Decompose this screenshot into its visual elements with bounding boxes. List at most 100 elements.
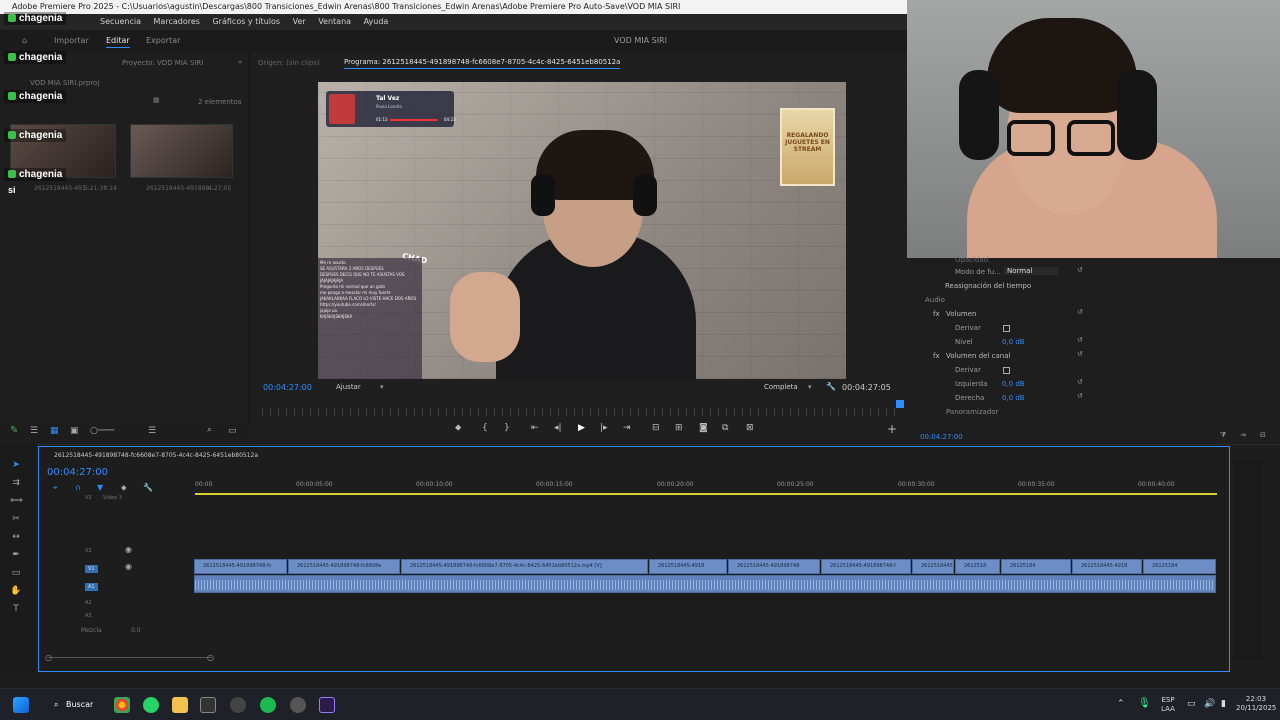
reset-icon[interactable]: ↺ xyxy=(1077,336,1083,344)
fx-icon[interactable]: fx xyxy=(933,352,940,360)
menu-graficos[interactable]: Gráficos y títulos xyxy=(212,17,280,26)
reset-icon[interactable]: ↺ xyxy=(1077,266,1083,274)
list-view-icon[interactable]: ☰ xyxy=(30,426,38,436)
marker-icon[interactable]: ⬥ xyxy=(121,483,127,493)
timeline-current-time[interactable]: 00:04:27:00 xyxy=(47,467,108,478)
volume-label[interactable]: Volumen xyxy=(946,310,976,318)
add-button-icon[interactable]: + xyxy=(887,422,897,436)
ripple-edit-tool-icon[interactable]: ⟺ xyxy=(10,496,23,508)
snap-icon[interactable]: ⌖ xyxy=(53,483,58,493)
video-clip[interactable]: 2612518 xyxy=(955,559,1000,574)
pen-tool-icon[interactable]: ✒ xyxy=(10,550,22,562)
menu-ver[interactable]: Ver xyxy=(293,17,306,26)
quality-chevron-icon[interactable]: ▾ xyxy=(808,383,812,391)
reset-icon[interactable]: ↺ xyxy=(1077,350,1083,358)
fx-icon[interactable]: fx xyxy=(933,310,940,318)
program-tab[interactable]: Programa: 2612518445-491898748-fc6608e7-… xyxy=(344,58,621,69)
clock[interactable]: 22:03 20/11/2025 xyxy=(1236,695,1276,713)
monitor-scrub-bar[interactable] xyxy=(262,408,902,416)
zoom-handle-icon[interactable]: ○ xyxy=(45,653,52,662)
wrench-icon[interactable]: 🔧 xyxy=(826,382,836,391)
chrome-icon[interactable] xyxy=(114,697,130,713)
menu-secuencia[interactable]: Secuencia xyxy=(100,17,141,26)
taskbar-search[interactable]: Buscar xyxy=(66,700,93,709)
video-clip[interactable]: 2612518445-4918 xyxy=(649,559,727,574)
quality-dropdown[interactable]: Completa xyxy=(764,383,798,391)
filter-icon[interactable]: ⧩ xyxy=(1220,431,1226,440)
camera-icon[interactable]: ◙ xyxy=(699,423,708,433)
network-icon[interactable]: ▭ xyxy=(1187,699,1196,709)
tray-chevron-icon[interactable]: ⌃ xyxy=(1117,699,1125,709)
obs-icon[interactable] xyxy=(290,697,306,713)
lift-icon[interactable]: ⊟ xyxy=(652,423,660,433)
video-clip[interactable]: 2612518445-491898748-fc6608e xyxy=(288,559,400,574)
source-tab[interactable]: Origen: (sin clips) xyxy=(258,59,320,67)
bin-icon[interactable]: ▦ xyxy=(153,96,160,104)
video-clip[interactable]: 26125184 xyxy=(1143,559,1216,574)
new-bin-icon[interactable]: ▭ xyxy=(228,426,237,436)
clip-thumbnail[interactable] xyxy=(130,124,233,178)
bypass-checkbox[interactable] xyxy=(1003,324,1010,332)
mix-value[interactable]: 0,0 xyxy=(131,627,141,634)
mark-in-icon[interactable]: { xyxy=(482,423,488,433)
premiere-icon[interactable] xyxy=(319,697,335,713)
track-select-tool-icon[interactable]: ⇉ xyxy=(10,478,22,490)
zoom-scrollbar[interactable] xyxy=(47,657,212,658)
rectangle-tool-icon[interactable]: ▭ xyxy=(10,568,22,580)
volume-icon[interactable]: 🔊 xyxy=(1204,699,1215,709)
add-marker-icon[interactable]: ▼ xyxy=(97,483,103,492)
tab-import[interactable]: Importar xyxy=(54,36,89,45)
go-to-in-icon[interactable]: ⇤ xyxy=(531,423,539,433)
track-label-a1[interactable]: A1 xyxy=(85,583,98,591)
zoom-handle-icon[interactable]: ○ xyxy=(207,653,214,662)
search-icon[interactable]: ⌕ xyxy=(54,700,58,710)
whatsapp-icon[interactable] xyxy=(143,697,159,713)
track-label-v2[interactable]: V2 xyxy=(85,548,92,554)
comparison-icon[interactable]: ⧉ xyxy=(722,423,728,433)
eye-icon[interactable]: ◉ xyxy=(125,545,132,554)
slip-tool-icon[interactable]: ↔ xyxy=(10,532,22,544)
terminal-icon[interactable] xyxy=(200,697,216,713)
reset-icon[interactable]: ↺ xyxy=(1077,392,1083,400)
icon-view-icon[interactable]: ▦ xyxy=(50,426,59,436)
menu-ventana[interactable]: Ventana xyxy=(318,17,351,26)
video-clip[interactable]: 2612518445-491898748-fc xyxy=(194,559,287,574)
play-icon[interactable]: ▶ xyxy=(578,423,585,433)
sequence-tab[interactable]: 2612518445-491898748-fc6608e7-8705-4c4c-… xyxy=(54,452,258,459)
track-label-a2[interactable]: A2 xyxy=(85,600,92,606)
menu-ayuda[interactable]: Ayuda xyxy=(364,17,389,26)
panel-expand-icon[interactable]: » xyxy=(238,58,242,66)
type-tool-icon[interactable]: T xyxy=(10,604,22,616)
playhead-marker[interactable] xyxy=(896,400,904,408)
video-clip[interactable]: 2612518445-4918 xyxy=(1072,559,1142,574)
video-clip[interactable]: 2612518445-491898748-f xyxy=(821,559,911,574)
mark-out-icon[interactable]: } xyxy=(504,423,510,433)
vr-icon[interactable]: ⊠ xyxy=(746,423,754,433)
eye-icon[interactable]: ◉ xyxy=(125,562,132,571)
windows-start-icon[interactable] xyxy=(13,697,29,713)
menu-icon[interactable]: ⊟ xyxy=(1260,431,1266,439)
step-back-icon[interactable]: ◂| xyxy=(554,423,562,433)
fit-chevron-icon[interactable]: ▾ xyxy=(380,383,384,391)
level-value[interactable]: 0,0 dB xyxy=(1002,338,1025,346)
reset-icon[interactable]: ↺ xyxy=(1077,378,1083,386)
work-area-bar[interactable] xyxy=(195,493,1217,495)
video-clip[interactable]: 26125184 xyxy=(1001,559,1071,574)
spotify-icon[interactable] xyxy=(260,697,276,713)
battery-icon[interactable]: ▮ xyxy=(1221,699,1226,709)
export-icon[interactable]: ⇥ xyxy=(1240,431,1246,439)
home-icon[interactable]: ⌂ xyxy=(22,36,27,45)
track-label-a3[interactable]: A3 xyxy=(85,613,92,619)
extract-icon[interactable]: ⊞ xyxy=(675,423,683,433)
video-clip[interactable]: 2612518445 xyxy=(912,559,954,574)
wrench-icon[interactable]: 🔧 xyxy=(143,483,153,492)
tab-export[interactable]: Exportar xyxy=(146,36,180,45)
fit-dropdown[interactable]: Ajustar xyxy=(336,383,361,391)
blend-mode-select[interactable]: Normal xyxy=(1004,267,1058,275)
microphone-icon[interactable]: 🎙 xyxy=(1138,698,1151,709)
razor-tool-icon[interactable]: ✂ xyxy=(10,514,22,526)
track-label-v1[interactable]: V1 xyxy=(85,565,98,573)
selection-tool-icon[interactable]: ➤ xyxy=(10,460,22,472)
freeform-view-icon[interactable]: ▣ xyxy=(70,426,79,436)
tab-edit[interactable]: Editar xyxy=(106,36,130,48)
